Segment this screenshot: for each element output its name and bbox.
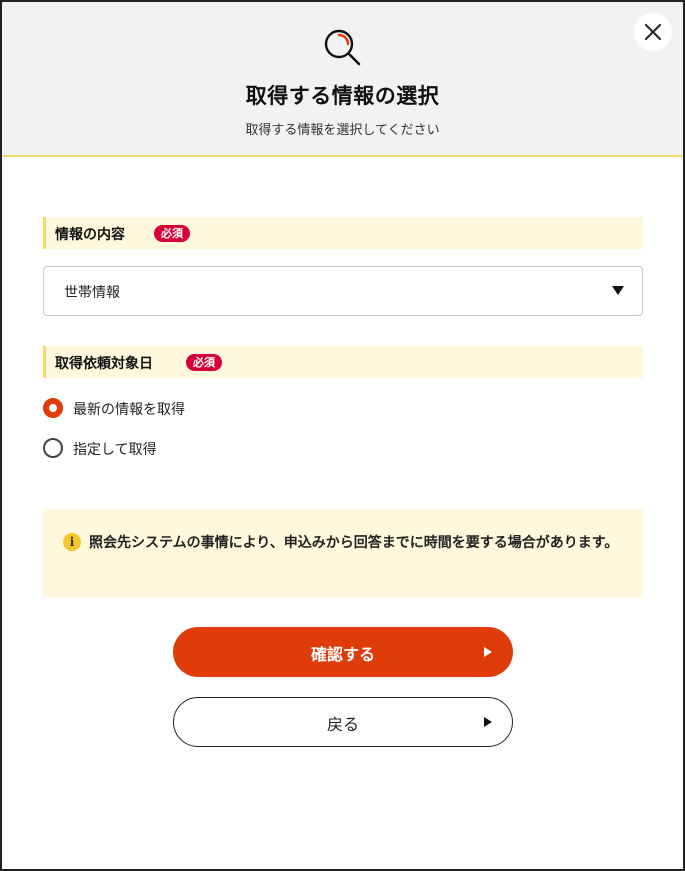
dialog-title: 取得する情報の選択: [245, 84, 440, 108]
back-button-label: 戻る: [326, 715, 359, 734]
play-arrow-icon: [484, 647, 492, 657]
radio-checked-icon[interactable]: [43, 398, 63, 418]
info-icon: i: [63, 533, 81, 551]
confirm-button[interactable]: 確認する: [173, 627, 513, 677]
notice-text: 照会先システムの事情により、申込みから回答までに時間を要する場合があります。: [89, 535, 619, 551]
triangle-down-icon: [612, 286, 624, 295]
back-button[interactable]: 戻る: [173, 697, 513, 747]
confirm-button-label: 確認する: [310, 645, 375, 664]
required-badge: 必須: [186, 354, 222, 371]
close-button[interactable]: [634, 13, 672, 51]
radio-latest-label: 最新の情報を取得: [73, 402, 185, 418]
dialog-subtitle: 取得する情報を選択してください: [245, 123, 440, 138]
info-content-select-value: 世帯情報: [64, 285, 120, 301]
request-date-label-text: 取得依頼対象日: [55, 356, 153, 372]
required-badge: 必須: [154, 225, 190, 242]
info-content-label: 情報の内容 必須: [43, 217, 643, 249]
info-content-label-text: 情報の内容: [55, 227, 125, 243]
search-icon: [324, 29, 361, 66]
notice-box: i 照会先システムの事情により、申込みから回答までに時間を要する場合があります。: [43, 509, 643, 597]
close-icon: [645, 24, 661, 40]
radio-unchecked-icon[interactable]: [43, 438, 63, 458]
dialog: 取得する情報の選択 取得する情報を選択してください 情報の内容 必須 世帯情報 …: [2, 2, 683, 869]
radio-specified-label: 指定して取得: [73, 442, 157, 458]
dialog-header: 取得する情報の選択 取得する情報を選択してください: [2, 2, 683, 157]
request-date-label: 取得依頼対象日 必須: [43, 346, 643, 378]
play-arrow-icon: [484, 717, 492, 727]
info-content-select[interactable]: 世帯情報: [43, 266, 643, 316]
